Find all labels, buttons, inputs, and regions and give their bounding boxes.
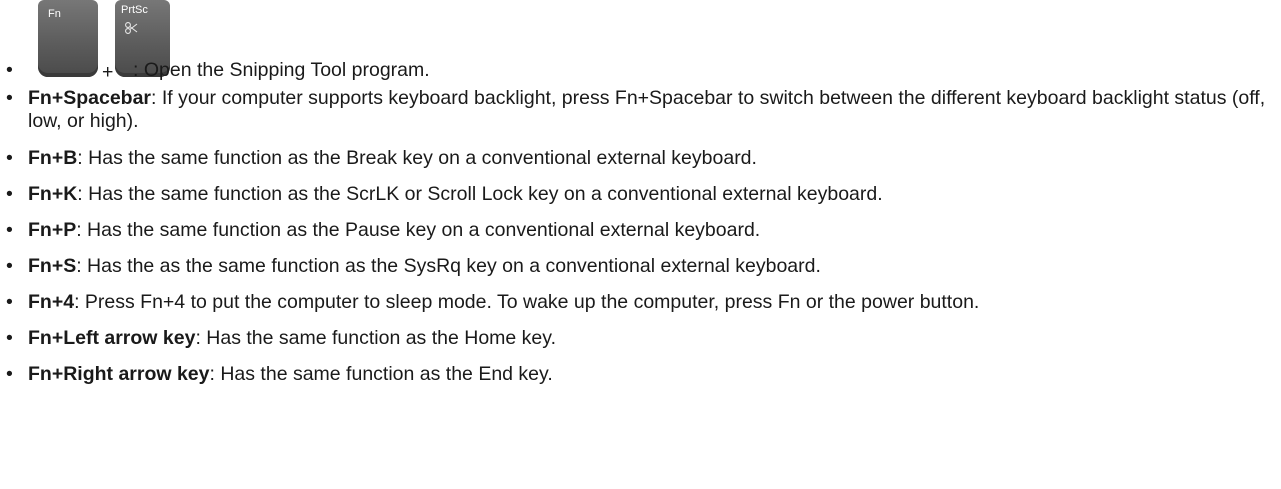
bullet: • bbox=[6, 219, 13, 241]
item-term: Fn+Left arrow key bbox=[28, 327, 196, 349]
bullet: • bbox=[6, 327, 13, 349]
prtsc-key-label: PrtSc bbox=[121, 4, 148, 16]
list-item: • Fn+4: Press Fn+4 to put the computer t… bbox=[0, 291, 1281, 314]
item-text: If your computer supports keyboard backl… bbox=[28, 87, 1266, 132]
item-text: Has the as the same function as the SysR… bbox=[81, 255, 821, 277]
item-term: Fn+S bbox=[28, 255, 77, 277]
snipping-tool-icon bbox=[125, 22, 138, 34]
list-item: • Fn + PrtSc : Open the Snipping Tool pr… bbox=[0, 0, 1281, 83]
bullet: • bbox=[6, 183, 13, 205]
bullet: • bbox=[6, 255, 13, 277]
list-item: • Fn+Left arrow key: Has the same functi… bbox=[0, 327, 1281, 350]
item-term: Fn+4 bbox=[28, 291, 75, 313]
item-text: Has the same function as the Break key o… bbox=[82, 147, 757, 169]
bullet: • bbox=[6, 87, 13, 109]
item-term: Fn+K bbox=[28, 183, 78, 205]
item-text: Press Fn+4 to put the computer to sleep … bbox=[79, 291, 980, 313]
bullet: • bbox=[6, 59, 13, 81]
item-text: Has the same function as the ScrLK or Sc… bbox=[82, 183, 883, 205]
item-text: Has the same function as the Home key. bbox=[200, 327, 557, 349]
document-page: • Fn + PrtSc : Open the Snipping Tool pr… bbox=[0, 0, 1281, 489]
list-item: • Fn+P: Has the same function as the Pau… bbox=[0, 219, 1281, 242]
list-item: • Fn+Spacebar: If your computer supports… bbox=[0, 87, 1281, 133]
item-term: Fn+P bbox=[28, 219, 77, 241]
bullet: • bbox=[6, 291, 13, 313]
item-term: Fn+Spacebar bbox=[28, 87, 152, 109]
list-item: • Fn+Right arrow key: Has the same funct… bbox=[0, 363, 1281, 386]
list-item: • Fn+S: Has the as the same function as … bbox=[0, 255, 1281, 278]
item-term: Fn+Right arrow key bbox=[28, 363, 210, 385]
bullet: • bbox=[6, 363, 13, 385]
item-text: Has the same function as the End key. bbox=[214, 363, 553, 385]
item-term: Fn+B bbox=[28, 147, 78, 169]
plus-sign: + bbox=[102, 61, 114, 83]
item-text: : Open the Snipping Tool program. bbox=[133, 59, 430, 81]
fn-key-icon: Fn bbox=[38, 0, 98, 77]
list-item: • Fn+B: Has the same function as the Bre… bbox=[0, 147, 1281, 170]
list-item: • Fn+K: Has the same function as the Scr… bbox=[0, 183, 1281, 206]
item-text: Has the same function as the Pause key o… bbox=[81, 219, 761, 241]
bullet: • bbox=[6, 147, 13, 169]
fn-key-label: Fn bbox=[48, 8, 61, 20]
fn-key-combination-list: • Fn + PrtSc : Open the Snipping Tool pr… bbox=[0, 0, 1281, 399]
